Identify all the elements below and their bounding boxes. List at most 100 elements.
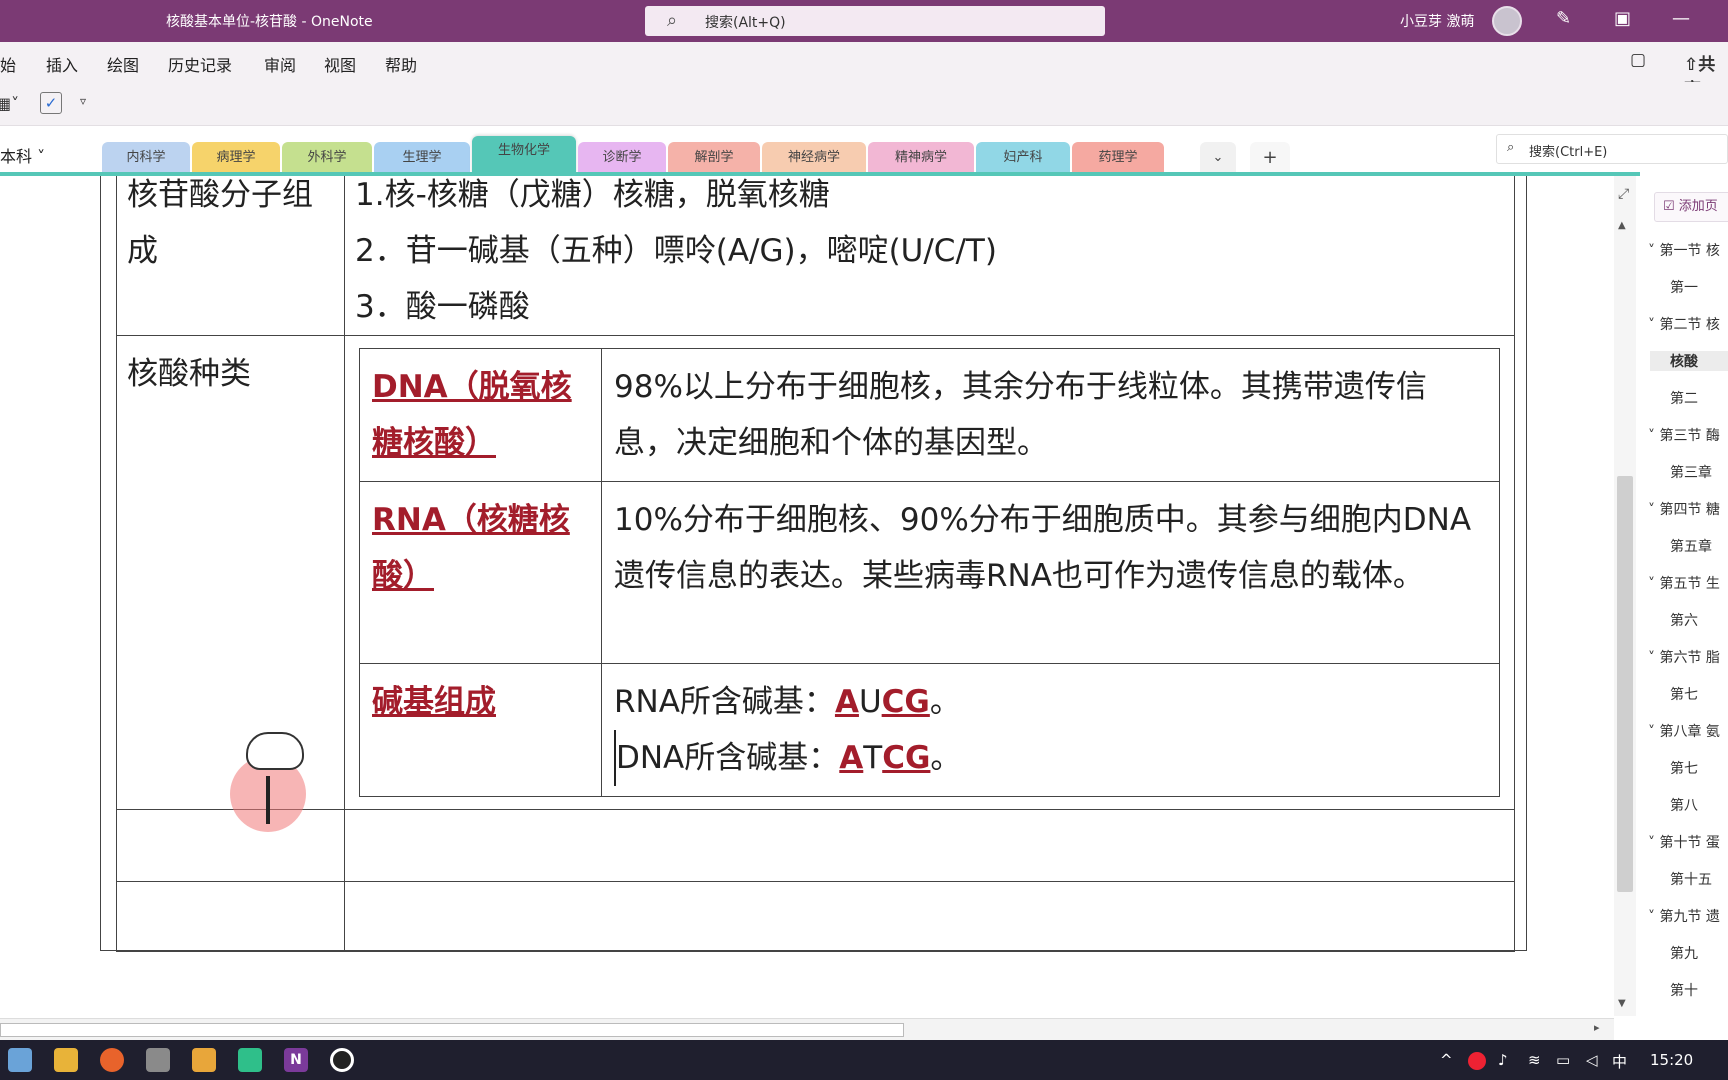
tab-section[interactable]: 药理学 [1072, 142, 1164, 174]
nucleic-acid-types-table[interactable]: DNA（脱氧核糖核酸） 98%以上分布于细胞核，其余分布于线粒体。其携带遗传信息… [359, 348, 1500, 797]
page-list-item[interactable]: 核酸 [1650, 351, 1728, 371]
tab-section[interactable]: 诊断学 [578, 142, 666, 174]
label-cell[interactable]: 核苷酸分子组成 [116, 176, 345, 336]
expand-icon[interactable]: ⤢ [1618, 186, 1629, 202]
add-page-button[interactable]: ☑ 添加页 [1654, 192, 1728, 222]
page-list-item[interactable]: 第十 [1670, 980, 1728, 1000]
menu-view[interactable]: 视图 [324, 52, 356, 76]
scrollbar-thumb[interactable] [1617, 476, 1633, 892]
notebook-pane-icon[interactable]: ▢ [1630, 50, 1646, 70]
notebook-selector[interactable]: 本科 ˅ [0, 143, 45, 167]
tab-section[interactable]: 生理学 [374, 142, 470, 174]
tab-section[interactable]: 解剖学 [668, 142, 760, 174]
page-list-item[interactable]: ˅ 第八章 氨 [1648, 721, 1728, 741]
tab-section[interactable]: 病理学 [192, 142, 280, 174]
chevron-down-icon[interactable]: ˅ [1648, 724, 1659, 740]
content-cell[interactable]: DNA（脱氧核糖核酸） 98%以上分布于细胞核，其余分布于线粒体。其携带遗传信息… [344, 335, 1515, 810]
page-list-item[interactable]: ˅ 第六节 脂 [1648, 647, 1728, 667]
tab-section[interactable]: 生物化学 [472, 136, 576, 174]
tab-section[interactable]: 外科学 [282, 142, 372, 174]
usb-app-icon[interactable] [146, 1048, 170, 1072]
chevron-down-icon[interactable]: ˅ [1648, 502, 1659, 518]
page-list-item[interactable]: 第二 [1670, 388, 1728, 408]
chevron-down-icon[interactable]: ˅ [1648, 576, 1659, 592]
chevron-down-icon[interactable]: ˅ [1648, 243, 1659, 259]
record-status-icon[interactable] [1468, 1052, 1486, 1070]
more-sections-icon[interactable]: ⌄ [1200, 142, 1236, 174]
page-list-item[interactable]: ˅ 第五节 生 [1648, 573, 1728, 593]
chevron-down-icon[interactable]: ˅ [1648, 909, 1659, 925]
base-desc-cell[interactable]: RNA所含碱基：AUCG。 DNA所含碱基：ATCG。 [601, 663, 1500, 797]
checkbox-tag-icon[interactable]: ✓ [40, 92, 62, 114]
scroll-right-icon[interactable]: ▸ [1594, 1021, 1600, 1034]
empty-cell[interactable] [344, 881, 1515, 952]
table-icon[interactable]: ▦˅ [0, 94, 19, 113]
content-cell[interactable]: 1.核-核糖（戊糖）核糖，脱氧核糖 2．苷一碱基（五种）嘌呤(A/G)，嘧啶(U… [344, 176, 1515, 336]
security-app-icon[interactable] [192, 1048, 216, 1072]
tab-section[interactable]: 内科学 [102, 142, 190, 174]
dna-title-cell[interactable]: DNA（脱氧核糖核酸） [359, 348, 602, 482]
page-list-item[interactable]: 第六 [1670, 610, 1728, 630]
rna-title-cell[interactable]: RNA（核糖核酸） [359, 481, 602, 664]
chevron-down-icon[interactable]: ˅ [1648, 835, 1659, 851]
volume-icon[interactable]: ◁ [1586, 1051, 1598, 1069]
menu-help[interactable]: 帮助 [385, 52, 417, 76]
recorder-icon[interactable] [330, 1048, 354, 1072]
mic-icon[interactable]: ♪ [1498, 1051, 1508, 1069]
scroll-down-icon[interactable]: ▼ [1618, 998, 1626, 1009]
empty-cell[interactable] [344, 809, 1515, 882]
firefox-icon[interactable] [100, 1048, 124, 1072]
chevron-down-icon[interactable]: ˅ [1648, 428, 1659, 444]
page-list-item[interactable]: 第九 [1670, 943, 1728, 963]
search-app-icon[interactable] [8, 1048, 32, 1072]
notes-table[interactable]: 核苷酸分子组成 1.核-核糖（戊糖）核糖，脱氧核糖 2．苷一碱基（五种）嘌呤(A… [116, 176, 1515, 952]
minimize-icon[interactable]: — [1672, 8, 1690, 29]
page-list-item[interactable]: 第七 [1670, 758, 1728, 778]
avatar[interactable] [1492, 6, 1522, 36]
page-list-item[interactable]: ˅ 第三节 酶 [1648, 425, 1728, 445]
page-list-item[interactable]: 第一 [1670, 277, 1728, 297]
tab-section[interactable]: 妇产科 [976, 142, 1070, 174]
clock[interactable]: 15:20 [1650, 1051, 1693, 1069]
chevron-down-icon[interactable]: ˅ [1648, 317, 1659, 333]
page-list-item[interactable]: ˅ 第二节 核 [1648, 314, 1728, 334]
tab-section[interactable]: 神经病学 [762, 142, 866, 174]
page-list-item[interactable]: 第七 [1670, 684, 1728, 704]
page-list-item[interactable]: 第十五 [1670, 869, 1728, 889]
ime-indicator[interactable]: 中 [1612, 1051, 1627, 1072]
menu-history[interactable]: 历史记录 [168, 52, 232, 76]
page-list-item[interactable]: 第三章 [1670, 462, 1728, 482]
pen-icon[interactable]: ✎ [1556, 8, 1571, 29]
horizontal-scrollbar[interactable]: ▸ [0, 1018, 1614, 1040]
page-canvas[interactable]: 核苷酸分子组成 1.核-核糖（戊糖）核糖，脱氧核糖 2．苷一碱基（五种）嘌呤(A… [0, 176, 1630, 1040]
page-list-item[interactable]: ˅ 第四节 糖 [1648, 499, 1728, 519]
scroll-up-icon[interactable]: ▲ [1618, 220, 1626, 231]
empty-cell[interactable] [116, 881, 345, 952]
tray-chevron-icon[interactable]: ^ [1440, 1051, 1453, 1069]
base-title-cell[interactable]: 碱基组成 [359, 663, 602, 797]
menu-review[interactable]: 审阅 [264, 52, 296, 76]
more-dropdown-icon[interactable]: ▿ [80, 94, 86, 108]
vertical-scrollbar[interactable]: ⤢ ▲ ▼ [1614, 176, 1636, 1016]
menu-insert[interactable]: 插入 [46, 52, 78, 76]
file-explorer-icon[interactable] [54, 1048, 78, 1072]
chevron-down-icon[interactable]: ˅ [1648, 650, 1659, 666]
dna-desc-cell[interactable]: 98%以上分布于细胞核，其余分布于线粒体。其携带遗传信息，决定细胞和个体的基因型… [601, 348, 1500, 482]
wifi-icon[interactable]: ≋ [1528, 1051, 1541, 1069]
battery-icon[interactable]: ▭ [1556, 1051, 1570, 1069]
menu-home[interactable]: 开始 [0, 52, 16, 76]
scrollbar-thumb[interactable] [0, 1023, 904, 1037]
menu-draw[interactable]: 绘图 [107, 52, 139, 76]
rna-desc-cell[interactable]: 10%分布于细胞核、90%分布于细胞质中。其参与细胞内DNA遗传信息的表达。某些… [601, 481, 1500, 664]
user-name[interactable]: 小豆芽 激萌 [1400, 11, 1474, 31]
page-list-item[interactable]: 第八 [1670, 795, 1728, 815]
page-list-item[interactable]: ˅ 第十节 蛋 [1648, 832, 1728, 852]
search-box[interactable]: ⌕ 搜索(Alt+Q) [645, 6, 1105, 36]
notes-app-icon[interactable] [238, 1048, 262, 1072]
label-cell[interactable]: 核酸种类 [116, 335, 345, 810]
restore-window-icon[interactable]: ▣ [1614, 8, 1631, 29]
page-list-item[interactable]: 第五章 [1670, 536, 1728, 556]
page-list-item[interactable]: ˅ 第九节 遗 [1648, 906, 1728, 926]
add-section-button[interactable]: + [1250, 142, 1290, 174]
onenote-icon[interactable]: N [284, 1048, 308, 1072]
